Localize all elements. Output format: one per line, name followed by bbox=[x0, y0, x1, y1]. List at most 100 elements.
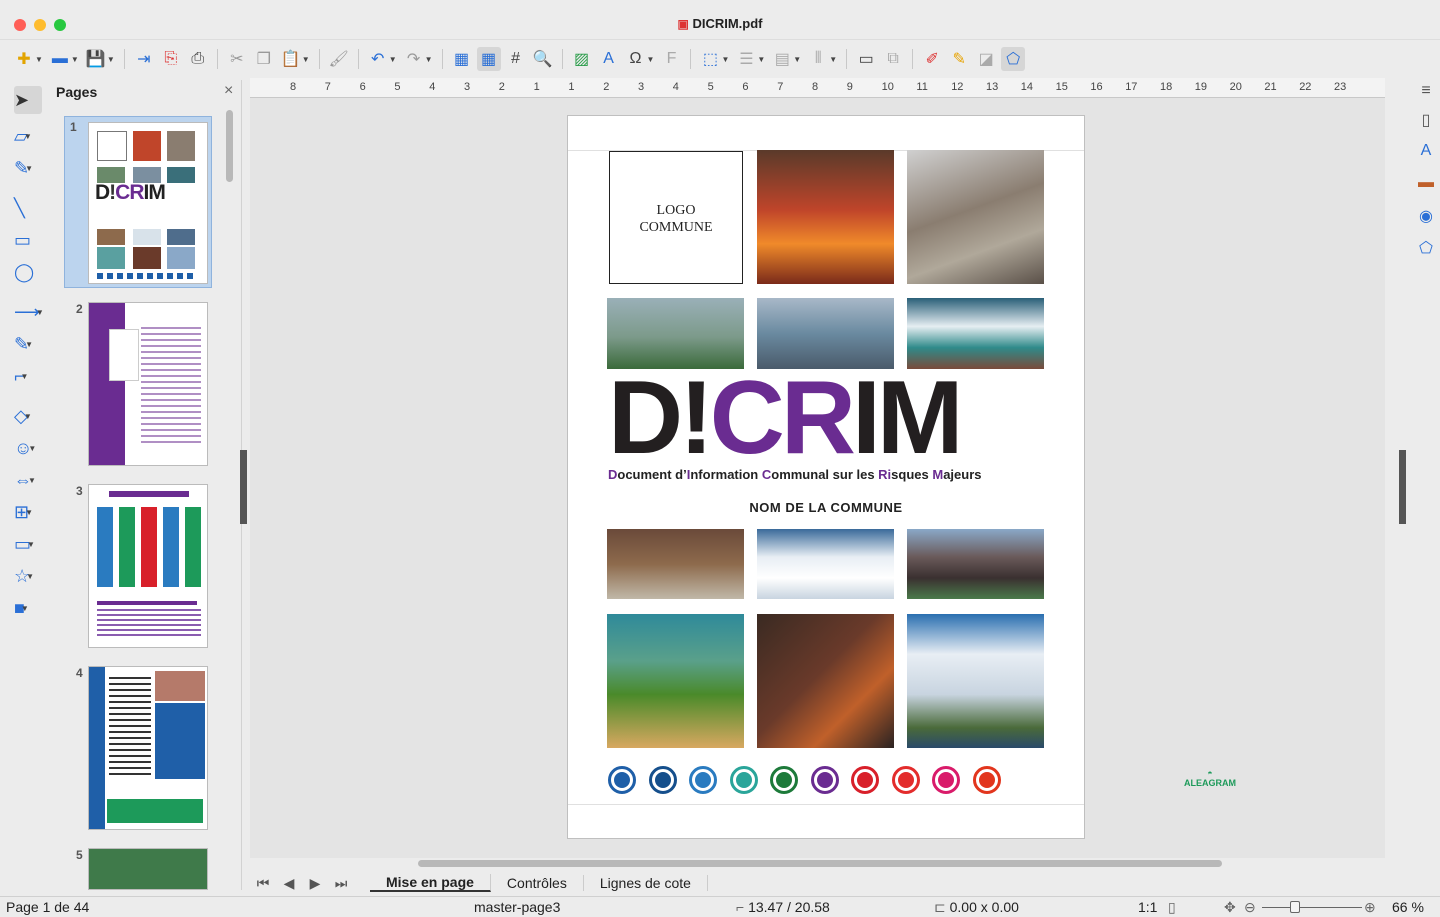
zoom-slider-thumb[interactable] bbox=[1290, 901, 1300, 913]
callouts-icon[interactable]: ▭ ▼ bbox=[14, 530, 50, 558]
dropdown-arrow-icon[interactable]: ▼ bbox=[107, 55, 115, 64]
page-number: 3 bbox=[76, 484, 83, 498]
paste-icon[interactable]: 📋 bbox=[279, 47, 303, 71]
ruler-tick-label: 3 bbox=[464, 81, 471, 93]
rectangle-tool-icon[interactable]: ▭ bbox=[14, 226, 50, 254]
fill-color-icon[interactable]: ✎ ▼ bbox=[14, 154, 50, 182]
pages-scrollbar[interactable] bbox=[226, 110, 233, 182]
special-character-icon[interactable]: Ω bbox=[624, 47, 648, 71]
distribute-icon[interactable]: ⫴ bbox=[806, 47, 830, 71]
zoom-in-icon[interactable]: ⊕ bbox=[1364, 899, 1376, 916]
ellipse-tool-icon[interactable]: ◯ bbox=[14, 258, 50, 286]
page-thumbnail-5[interactable] bbox=[88, 848, 208, 890]
collapse-right-panel-handle[interactable] bbox=[1399, 450, 1406, 524]
fontwork-icon[interactable]: F bbox=[659, 47, 683, 71]
snap-to-grid-icon[interactable]: ▦ bbox=[476, 47, 501, 71]
export-pdf-icon[interactable]: ⎘ bbox=[159, 47, 183, 71]
properties-icon[interactable]: ▯ bbox=[1415, 110, 1437, 132]
collapse-left-panel-handle[interactable] bbox=[240, 450, 247, 524]
show-draw-functions-icon[interactable]: ⬠ bbox=[1001, 47, 1026, 71]
document-modified-icon[interactable]: ▯ bbox=[1168, 899, 1176, 916]
ruler-tick-label: 15 bbox=[1055, 81, 1068, 93]
next-tab-icon[interactable]: ▶ bbox=[302, 875, 328, 892]
shadow-icon[interactable]: ▭ bbox=[854, 47, 878, 71]
dropdown-arrow-icon[interactable]: ▼ bbox=[721, 55, 729, 64]
stars-icon[interactable]: ☆ ▼ bbox=[14, 562, 50, 590]
last-tab-icon[interactable]: ⏭ bbox=[328, 875, 354, 892]
sidebar-menu-icon[interactable]: ≡ bbox=[1415, 82, 1437, 104]
dropdown-arrow-icon[interactable]: ▼ bbox=[647, 55, 655, 64]
dropdown-arrow-icon[interactable]: ▼ bbox=[302, 55, 310, 64]
zoom-pan-icon[interactable]: 🔍 bbox=[531, 47, 555, 71]
helplines-icon[interactable]: # bbox=[504, 47, 528, 71]
insert-image-icon[interactable]: ▨ bbox=[570, 47, 594, 71]
tab-mise-en-page[interactable]: Mise en page bbox=[370, 874, 491, 892]
transformations-icon[interactable]: ⬚ bbox=[698, 47, 722, 71]
main-toolbar: ✚ ▼ ▬ ▼ 💾 ▼ ⇥ ⎘ ⎙ ✂ ❐ 📋 ▼ 🖌 ↶ ▼ ↷ ▼ ▦ ▦ # 🔍 ▨ … bbox=[0, 40, 1440, 78]
dropdown-arrow-icon[interactable]: ▼ bbox=[757, 55, 765, 64]
redo-icon[interactable]: ↷ bbox=[402, 47, 426, 71]
fit-page-icon[interactable]: ✥ bbox=[1224, 899, 1236, 916]
basic-shapes-icon[interactable]: ◇ ▼ bbox=[14, 402, 50, 430]
previous-tab-icon[interactable]: ◀ bbox=[276, 875, 302, 892]
ruler-tick-label: 16 bbox=[1090, 81, 1103, 93]
first-tab-icon[interactable]: ⏮ bbox=[250, 875, 276, 892]
lines-arrows-icon[interactable]: ⟶ ▼ bbox=[14, 298, 50, 326]
dropdown-arrow-icon[interactable]: ▼ bbox=[35, 55, 43, 64]
shapes-icon[interactable]: ⬠ bbox=[1415, 238, 1437, 260]
horizontal-ruler[interactable]: 8 7 6 5 4 3 2 1 1 2 3 4 5 6 7 8 9 10 11 12 13 14 15 16 17 18 19 20 2… bbox=[250, 78, 1385, 98]
arrange-icon[interactable]: ▤ bbox=[770, 47, 794, 71]
toggle-extrusion-icon[interactable]: ◪ bbox=[974, 47, 998, 71]
page-thumbnail-2[interactable] bbox=[88, 302, 208, 466]
line-tool-icon[interactable]: ╲ bbox=[14, 194, 50, 222]
select-arrow-icon[interactable]: ➤ bbox=[14, 86, 42, 114]
ruler-tick-label: 8 bbox=[290, 81, 297, 93]
block-arrows-icon[interactable]: ⇔ ▼ bbox=[14, 466, 50, 494]
symbol-shapes-icon[interactable]: ☺ ▼ bbox=[14, 434, 50, 462]
print-icon[interactable]: ⎙ bbox=[186, 47, 210, 71]
dropdown-arrow-icon[interactable]: ▼ bbox=[829, 55, 837, 64]
curves-icon[interactable]: ✎ ▼ bbox=[14, 330, 50, 358]
subtitle-fragment: D bbox=[608, 467, 618, 482]
dropdown-arrow-icon[interactable]: ▼ bbox=[71, 55, 79, 64]
styles-icon[interactable]: A bbox=[1415, 142, 1437, 164]
align-objects-icon[interactable]: ☰ bbox=[734, 47, 758, 71]
zoom-slider[interactable] bbox=[1262, 907, 1362, 908]
insert-textbox-icon[interactable]: A bbox=[597, 47, 621, 71]
dropdown-arrow-icon[interactable]: ▼ bbox=[793, 55, 801, 64]
flowchart-icon[interactable]: ⊞ ▼ bbox=[14, 498, 50, 526]
save-icon[interactable]: 💾 bbox=[84, 47, 108, 71]
cut-icon[interactable]: ✂ bbox=[225, 47, 249, 71]
undo-icon[interactable]: ↶ bbox=[366, 47, 390, 71]
close-icon[interactable]: × bbox=[224, 82, 233, 100]
navigator-icon[interactable]: ◉ bbox=[1415, 206, 1437, 228]
grid-icon[interactable]: ▦ bbox=[450, 47, 474, 71]
3d-objects-icon[interactable]: ■ ▼ bbox=[14, 594, 50, 622]
ruler-tick-label: 23 bbox=[1334, 81, 1347, 93]
export-icon[interactable]: ⇥ bbox=[132, 47, 156, 71]
tab-lignes-de-cote[interactable]: Lignes de cote bbox=[584, 875, 708, 891]
document-page[interactable]: LOGO COMMUNE D!CRIM Document d’Informati… bbox=[568, 116, 1236, 838]
new-document-icon[interactable]: ✚ bbox=[12, 47, 36, 71]
zoom-level[interactable]: 66 % bbox=[1392, 899, 1424, 915]
line-color-icon[interactable]: ▱ ▼ bbox=[14, 122, 50, 150]
copy-icon[interactable]: ❐ bbox=[252, 47, 276, 71]
horizontal-scrollbar[interactable] bbox=[418, 860, 1222, 867]
zoom-out-icon[interactable]: ⊖ bbox=[1244, 899, 1256, 916]
points-icon[interactable]: ✐ bbox=[920, 47, 944, 71]
page-thumbnail-3[interactable] bbox=[88, 484, 208, 648]
crop-icon[interactable]: ⧉ bbox=[881, 47, 905, 71]
gallery-icon[interactable]: ▬ bbox=[1415, 174, 1437, 196]
open-folder-icon[interactable]: ▬ bbox=[48, 47, 72, 71]
dropdown-arrow-icon[interactable]: ▼ bbox=[425, 55, 433, 64]
ruler-tick-label: 22 bbox=[1299, 81, 1312, 93]
status-bar: Page 1 de 44 master-page3 ⌐ 13.47 / 20.5… bbox=[0, 896, 1440, 917]
page-thumbnail-1[interactable]: D!CRIM bbox=[88, 122, 208, 284]
clone-formatting-icon[interactable]: 🖌 bbox=[327, 47, 351, 71]
glue-points-icon[interactable]: ✎ bbox=[947, 47, 971, 71]
dropdown-arrow-icon[interactable]: ▼ bbox=[389, 55, 397, 64]
tab-controles[interactable]: Contrôles bbox=[491, 875, 584, 891]
page-thumbnail-4[interactable] bbox=[88, 666, 208, 830]
connectors-icon[interactable]: ⌐ ▼ bbox=[14, 362, 50, 390]
ruler-tick-label: 1 bbox=[533, 81, 540, 93]
